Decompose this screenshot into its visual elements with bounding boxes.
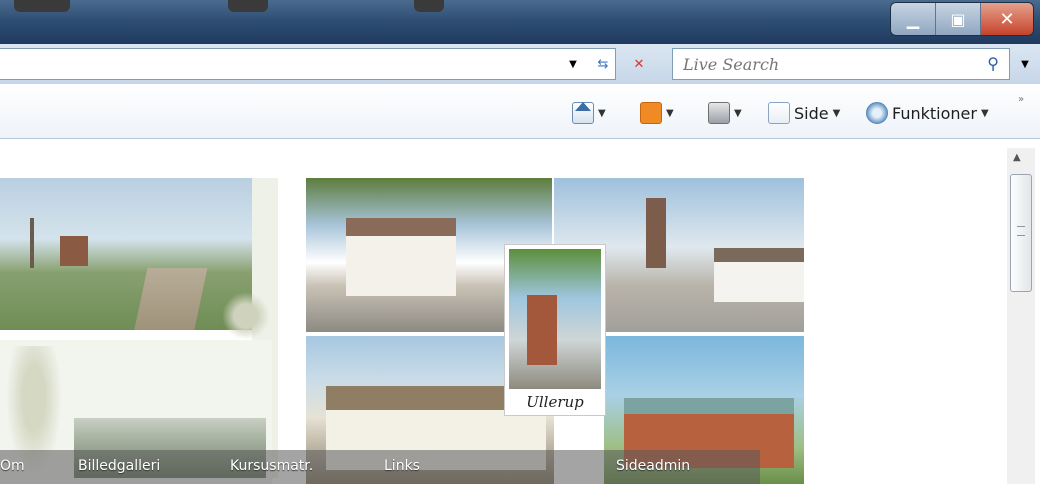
nav-item-kursusmatr[interactable]: Kursusmatr. [230,458,313,474]
site-nav-bar: Om Billedgalleri Kursusmatr. Links Sidea… [0,450,760,484]
page-menu-label: Side [794,103,829,123]
home-button[interactable]: ▼ [572,102,606,124]
gear-icon [866,102,888,124]
search-input[interactable] [681,54,965,75]
page-icon [768,102,790,124]
chevron-down-icon[interactable]: ▼ [598,108,606,119]
overflow-chevron-button[interactable]: » [1018,94,1024,105]
refresh-button[interactable]: ⇆ [592,53,614,75]
search-options-button[interactable]: ▼ [1014,53,1036,75]
close-icon: ✕ [999,8,1015,30]
railway-track-shape [132,268,208,330]
chevron-down-icon: ▼ [832,107,841,119]
church-spire-shape [646,198,666,268]
address-row: ▼ ⇆ ✕ ⚲ ▼ [0,44,1040,84]
home-icon [572,102,594,124]
leaf-ornament [222,292,270,340]
scrollbar-grip-icon [1017,226,1025,236]
tools-menu-button[interactable]: Funktioner ▼ [866,102,989,124]
postcard-railway-image [0,178,252,330]
house-shape [346,218,456,296]
stop-icon: ✕ [633,56,645,72]
title-fragment [14,0,70,12]
nav-item-sideadmin[interactable]: Sideadmin [616,458,690,474]
church-tower-photo [509,249,601,389]
nav-item-billedgalleri[interactable]: Billedgalleri [78,458,160,474]
chevron-down-icon[interactable]: ▼ [734,108,742,119]
nav-item-om[interactable]: Om [0,458,25,474]
tools-menu-label: Funktioner [892,103,977,123]
chimney-shape [30,218,34,268]
chevron-down-icon[interactable]: ▼ [666,108,674,119]
minimize-button[interactable]: ▁ [891,3,936,35]
feeds-button[interactable]: ▼ [640,102,674,124]
double-chevron-right-icon: » [1018,94,1025,105]
tower-shape [527,295,557,365]
page-menu-button[interactable]: Side ▼ [768,102,840,124]
refresh-icon: ⇆ [597,56,609,72]
address-dropdown-button[interactable]: ▼ [562,53,584,75]
search-icon[interactable]: ⚲ [987,54,999,73]
maximize-icon: ▣ [950,9,966,29]
scroll-up-icon[interactable]: ▲ [1013,152,1021,163]
rss-icon [640,102,662,124]
farmhouse-shape [714,248,804,302]
title-fragment [414,0,444,12]
nav-item-links[interactable]: Links [384,458,420,474]
chevron-down-icon: ▼ [569,58,577,70]
title-fragment [228,0,268,12]
address-field[interactable] [0,48,616,80]
chevron-down-icon: ▼ [980,107,989,119]
search-box[interactable]: ⚲ [672,48,1010,80]
stop-button[interactable]: ✕ [628,53,650,75]
close-button[interactable]: ✕ [981,3,1033,35]
window-controls: ▁ ▣ ✕ [890,2,1034,36]
print-button[interactable]: ▼ [708,102,742,124]
chevron-down-icon: ▼ [1021,58,1029,70]
maximize-button[interactable]: ▣ [936,3,981,35]
factory-shape [60,236,88,266]
printer-icon [708,102,730,124]
window-titlebar: ▁ ▣ ✕ [0,0,1040,44]
minimize-icon: ▁ [906,9,920,29]
command-bar: ▼ ▼ ▼ Side ▼ Funktioner ▼ » [0,84,1040,139]
postcard-center-card: Ullerup [504,244,606,416]
postcard-signature: Ullerup [526,393,584,411]
